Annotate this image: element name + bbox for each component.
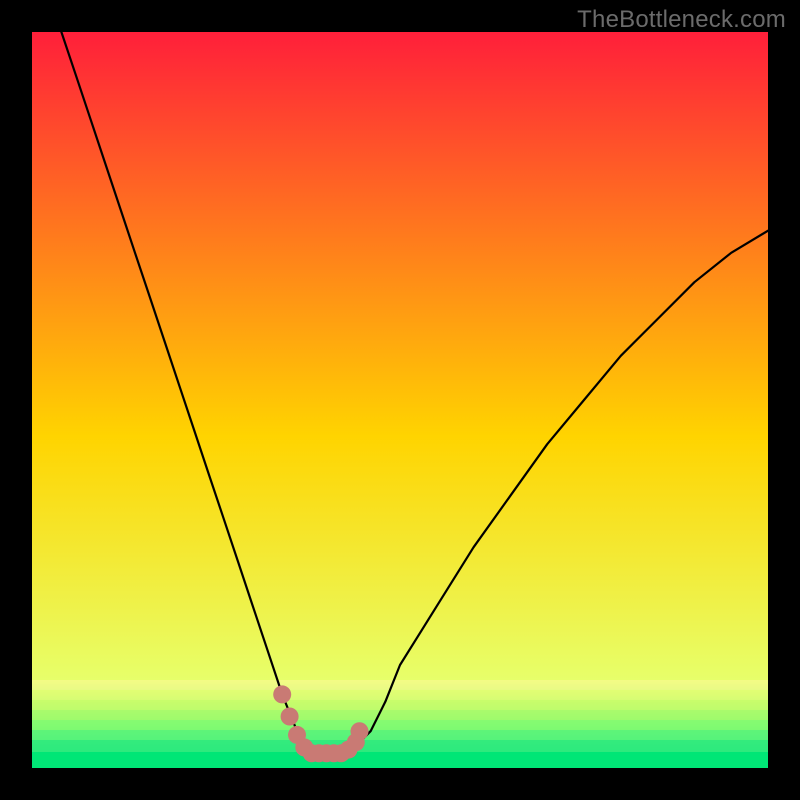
highlight-dot <box>273 685 291 703</box>
bottom-banding <box>32 680 768 768</box>
outer-frame: TheBottleneck.com <box>0 0 800 800</box>
highlight-dot <box>351 722 369 740</box>
watermark-text: TheBottleneck.com <box>577 6 786 34</box>
gradient-background <box>32 32 768 768</box>
highlight-dot <box>281 708 299 726</box>
chart-plot <box>32 32 768 768</box>
